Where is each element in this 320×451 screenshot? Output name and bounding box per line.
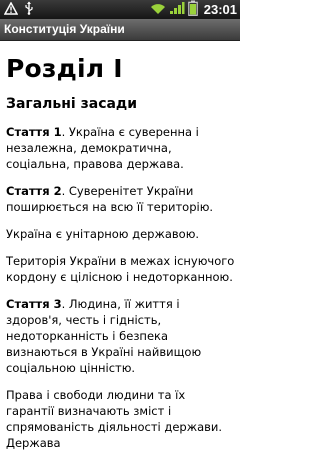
battery-icon: [187, 0, 198, 20]
status-bar: 23:01: [0, 0, 240, 19]
paragraph: Стаття 3. Людина, її життя і здоров'я, ч…: [6, 296, 236, 376]
paragraph: Територія України в межах існуючого корд…: [6, 253, 236, 285]
wifi-icon: [150, 0, 166, 19]
paragraph-text: Права і свободи людини та їх гарантії ви…: [6, 388, 223, 450]
paragraph: Права і свободи людини та їх гарантії ви…: [6, 387, 236, 451]
document-content[interactable]: Розділ I Загальні засади Стаття 1. Украї…: [6, 41, 236, 451]
status-time: 23:01: [203, 2, 237, 17]
usb-icon: [24, 0, 34, 19]
paragraph: Стаття 2. Суверенітет України поширюєтьс…: [6, 183, 236, 215]
article-label: Стаття 1: [6, 125, 62, 139]
article-label: Стаття 3: [6, 297, 62, 311]
warning-icon: [3, 0, 19, 19]
section-subtitle: Загальні засади: [6, 96, 138, 112]
app-title: Конституція України: [4, 22, 125, 36]
app-title-bar: Конституція України: [0, 19, 240, 41]
signal-icon: [169, 0, 185, 19]
article-label: Стаття 2: [6, 184, 62, 198]
paragraph: Стаття 1. Україна є суверенна і незалежн…: [6, 124, 236, 172]
section-title: Розділ I: [6, 54, 123, 83]
paragraph-text: Територія України в межах існуючого корд…: [6, 254, 235, 284]
paragraph: Україна є унітарною державою.: [6, 226, 236, 242]
paragraph-text: Україна є унітарною державою.: [6, 227, 200, 241]
